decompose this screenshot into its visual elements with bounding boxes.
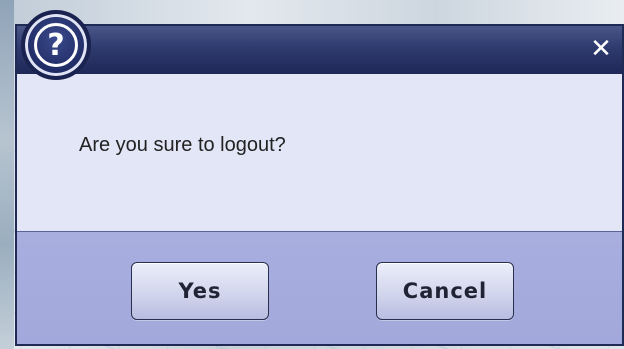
background-left-strip	[0, 0, 14, 349]
dialog-body: Are you sure to logout?	[17, 74, 622, 232]
cancel-button[interactable]: Cancel	[376, 262, 514, 320]
background-top-strip	[0, 0, 624, 24]
yes-button[interactable]: Yes	[131, 262, 269, 320]
dialog-footer: Yes Cancel	[17, 232, 622, 344]
question-icon: ?	[21, 10, 91, 80]
dialog-titlebar: ✕	[17, 26, 622, 74]
dialog-message: Are you sure to logout?	[79, 134, 286, 156]
close-icon[interactable]: ✕	[588, 36, 614, 62]
question-mark: ?	[34, 23, 78, 67]
logout-confirm-dialog: ✕ Are you sure to logout? Yes Cancel	[15, 24, 624, 346]
